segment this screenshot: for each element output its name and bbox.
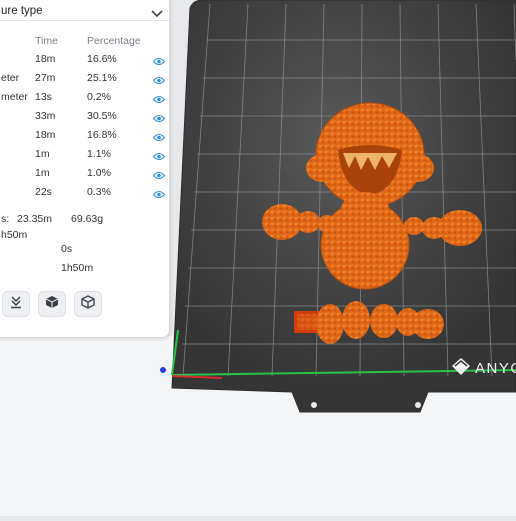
- eye-icon[interactable]: [152, 186, 166, 204]
- total-filament-length: 23.35m: [17, 213, 53, 225]
- total-time-c: 1h50m: [61, 262, 94, 274]
- eye-icon[interactable]: [152, 167, 166, 185]
- eye-icon[interactable]: [152, 53, 166, 71]
- row-percentage: 0.2%: [87, 91, 111, 103]
- table-row: 1m 1.0%: [0, 167, 169, 186]
- plate-hole-right: [415, 402, 421, 408]
- row-time: 1m: [35, 167, 50, 179]
- plate-brand-text: ANYC: [475, 360, 516, 377]
- total-filament-weight: 69.63g: [71, 213, 104, 225]
- eye-icon[interactable]: [152, 91, 166, 109]
- row-percentage: 30.5%: [87, 110, 117, 122]
- table-row: eter 27m 25.1%: [0, 72, 169, 91]
- total-time-a: h50m: [1, 229, 28, 241]
- row-percentage: 0.3%: [87, 186, 111, 198]
- row-percentage: 25.1%: [87, 72, 117, 84]
- row-percentage: 1.1%: [87, 148, 111, 160]
- display-type-dropdown[interactable]: ure type: [0, 0, 169, 21]
- row-time: 18m: [35, 53, 56, 65]
- eye-icon[interactable]: [152, 72, 166, 90]
- origin-marker: [160, 367, 166, 373]
- chevron-down-icon[interactable]: [151, 5, 163, 23]
- eye-icon[interactable]: [152, 129, 166, 147]
- column-header-percentage: Percentage: [87, 35, 141, 47]
- row-percentage: 1.0%: [87, 167, 111, 179]
- row-time: 18m: [35, 129, 56, 141]
- row-name: meter: [1, 91, 28, 103]
- row-time: 33m: [35, 110, 56, 122]
- table-row: 18m 16.8%: [0, 129, 169, 148]
- table-row: 1m 1.1%: [0, 148, 169, 167]
- row-name: eter: [1, 72, 20, 84]
- row-time: 1m: [35, 148, 50, 160]
- totals-label: s:: [1, 213, 10, 225]
- row-percentage: 16.8%: [87, 129, 117, 141]
- row-time: 27m: [35, 72, 56, 84]
- solid-view-button[interactable]: [38, 291, 66, 317]
- table-row: meter 13s 0.2%: [0, 91, 169, 110]
- row-time: 22s: [35, 186, 52, 198]
- total-time-b: 0s: [61, 243, 73, 255]
- wireframe-view-button[interactable]: [74, 291, 102, 317]
- table-row: 18m 16.6%: [0, 53, 169, 72]
- row-percentage: 16.6%: [87, 53, 117, 65]
- layer-down-icon: [9, 295, 23, 314]
- eye-icon[interactable]: [152, 148, 166, 166]
- row-time: 13s: [35, 91, 52, 103]
- cube-outline-icon: [81, 294, 95, 314]
- table-row: 33m 30.5%: [0, 110, 169, 129]
- cube-solid-icon: [45, 295, 59, 314]
- dropdown-selected-value: ure type: [1, 5, 43, 17]
- column-header-time: Time: [35, 35, 58, 47]
- table-row: 22s 0.3%: [0, 186, 169, 205]
- layer-down-button[interactable]: [2, 291, 30, 317]
- plate-hole-left: [311, 402, 317, 408]
- eye-icon[interactable]: [152, 110, 166, 128]
- slice-stats-panel: ure type Time Percentage 18m 16.6% eter …: [0, 0, 170, 338]
